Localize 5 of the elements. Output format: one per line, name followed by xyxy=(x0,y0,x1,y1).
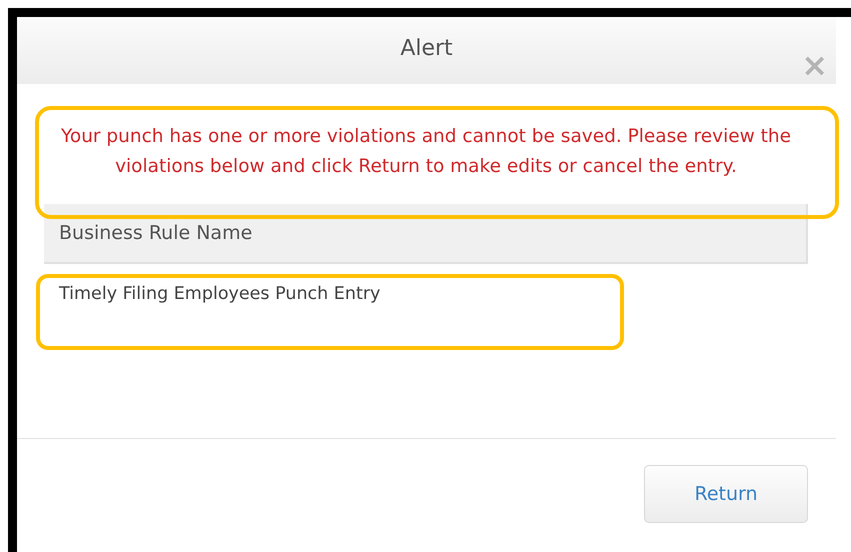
error-message: Your punch has one or more violations and cannot be saved. Please review the violations below and click Return to make edits or cancel the entry. xyxy=(60,125,792,179)
return-button[interactable]: Return xyxy=(644,465,808,523)
table-cell-text: Timely Filing Employees Punch Entry xyxy=(58,283,382,306)
column-header: Business Rule Name xyxy=(59,222,252,244)
dialog-title: Alert xyxy=(400,36,453,61)
